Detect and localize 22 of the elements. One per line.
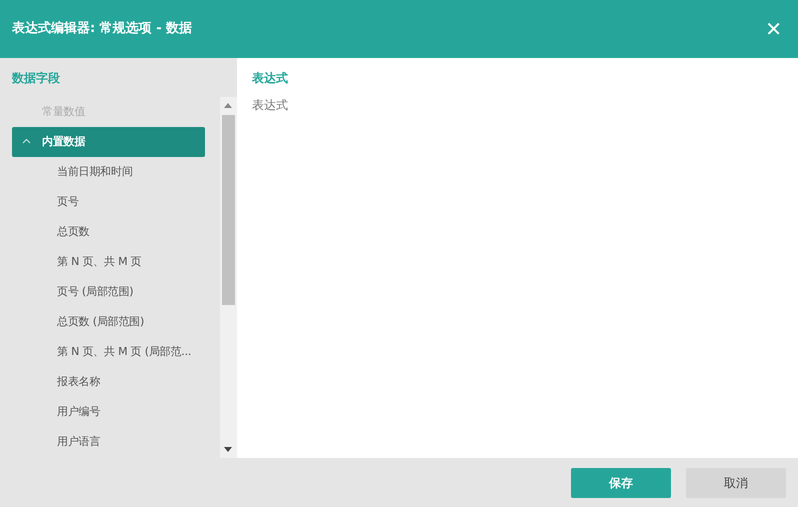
tree-item[interactable]: 用户编号 (12, 397, 205, 427)
panel-heading: 表达式 (252, 70, 289, 87)
tree-item[interactable]: 第 N 页、共 M 页 (局部范... (12, 337, 205, 367)
tree-item[interactable]: 内置数据 (12, 127, 205, 157)
tree-item[interactable]: 第 N 页、共 M 页 (12, 247, 205, 277)
tree-item[interactable]: 页号 (12, 187, 205, 217)
tree-item[interactable]: 报表名称 (12, 367, 205, 397)
scrollbar[interactable] (220, 97, 237, 458)
panel-heading: 数据字段 (10, 70, 61, 87)
scrollbar-thumb[interactable] (222, 115, 235, 305)
tree-item[interactable]: 用户语言 (12, 427, 205, 457)
chevron-icon[interactable] (22, 138, 31, 144)
tree-item[interactable]: 页号 (局部范围) (12, 277, 205, 307)
scroll-down-icon[interactable] (224, 447, 232, 452)
tree-item[interactable]: 总页数 (局部范围) (12, 307, 205, 337)
tree-item[interactable]: 当前日期和时间 (12, 157, 205, 187)
tree-item[interactable]: 总页数 (12, 217, 205, 247)
scroll-up-icon[interactable] (224, 103, 232, 108)
save-button[interactable]: 保存 (571, 468, 671, 498)
window-title: 表达式编辑器: 常规选项 - 数据 (12, 20, 192, 38)
close-button[interactable]: ✕ (761, 15, 786, 43)
cancel-button[interactable]: 取消 (686, 468, 786, 498)
